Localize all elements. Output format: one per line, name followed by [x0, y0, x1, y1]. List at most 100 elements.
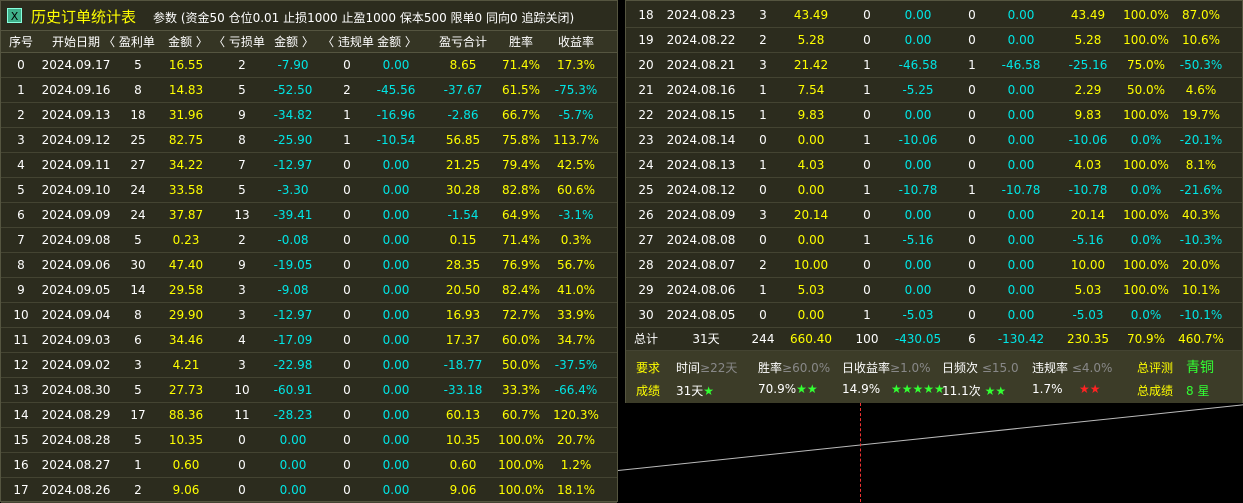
cell-win-amount: 20.14 [793, 208, 829, 222]
cell-return-rate: 87.0% [1181, 8, 1221, 22]
cell-win-amount: 0.00 [797, 308, 825, 322]
cell-total: -18.77 [443, 358, 483, 372]
cell-date: 2024.08.08 [666, 233, 736, 247]
cell-return-rate: -50.3% [1179, 58, 1223, 72]
cell-loss-count: 2 [238, 58, 246, 72]
cell-loss-amount: -60.91 [273, 383, 313, 397]
cell-win-amount: 33.58 [168, 183, 204, 197]
cell-return-rate: -75.3% [554, 83, 598, 97]
cell-win-rate: 0.0% [1130, 133, 1162, 147]
cell-win-rate: 72.7% [501, 308, 541, 322]
cell-seq: 2 [17, 108, 25, 122]
cell-win-count: 3 [134, 358, 142, 372]
cell-return-rate: -10.3% [1179, 233, 1223, 247]
cell-vio-amount: -130.42 [997, 332, 1045, 346]
cell-win-count: 1 [759, 108, 767, 122]
cell-loss-amount: -9.08 [277, 283, 309, 297]
table-row: 22 2024.08.15 1 9.83 0 0.00 0 0.00 9.83 100.0% 19.… [626, 103, 1242, 128]
cell-loss-count: 0 [863, 158, 871, 172]
table-row: 21 2024.08.16 1 7.54 1 -5.25 0 0.00 2.29 50.0% 4.6… [626, 78, 1242, 103]
cell-win-rate: 100.0% [1123, 108, 1169, 122]
cell-win-count: 5 [134, 383, 142, 397]
cell-seq: 8 [17, 258, 25, 272]
cell-return-rate: 120.3% [553, 408, 599, 422]
freq-res: 11.1次 [942, 384, 981, 398]
cell-vio-amount: 0.00 [382, 408, 410, 422]
cell-win-count: 24 [130, 183, 146, 197]
cell-vio-amount: 0.00 [382, 158, 410, 172]
table-row: 4 2024.09.11 27 34.22 7 -12.97 0 0.00 21.25 79.4%… [1, 153, 617, 178]
cell-seq: 13 [13, 383, 29, 397]
cell-total: 43.49 [1070, 8, 1106, 22]
table-row: 20 2024.08.21 3 21.42 1 -46.58 1 -46.58 -25.16 75… [626, 53, 1242, 78]
cell-total: -5.03 [1072, 308, 1104, 322]
cell-vio-count: 0 [968, 33, 976, 47]
cell-loss-count: 3 [238, 308, 246, 322]
cell-seq: 28 [638, 258, 654, 272]
table-row: 29 2024.08.06 1 5.03 0 0.00 0 0.00 5.03 100.0% 10.… [626, 278, 1242, 303]
daily-stars-icon: ★★★★★ [891, 382, 945, 396]
cell-vio-amount: 0.00 [1007, 308, 1035, 322]
cell-loss-count: 0 [238, 483, 246, 497]
header-vio-count: 〈 违规单 [322, 35, 374, 49]
cell-return-rate: -20.1% [1179, 133, 1223, 147]
cell-win-amount: 10.00 [793, 258, 829, 272]
table-row: 17 2024.08.26 2 9.06 0 0.00 0 0.00 9.06 100.0% 18.… [1, 478, 617, 503]
cell-win-rate: 100.0% [1123, 258, 1169, 272]
cell-seq: 16 [13, 458, 29, 472]
excel-icon[interactable]: X [7, 8, 22, 23]
cell-win-rate: 100.0% [498, 458, 544, 472]
cell-vio-count: 0 [968, 208, 976, 222]
cell-win-amount: 0.00 [797, 233, 825, 247]
cell-win-count: 18 [130, 108, 146, 122]
cell-loss-count: 1 [863, 58, 871, 72]
cell-total: -5.16 [1072, 233, 1104, 247]
cell-win-count: 25 [130, 133, 146, 147]
cell-vio-amount: 0.00 [382, 308, 410, 322]
cell-vio-count: 0 [968, 133, 976, 147]
cell-win-count: 0 [759, 308, 767, 322]
cell-date: 2024.08.05 [666, 308, 736, 322]
cell-seq: 24 [638, 158, 654, 172]
cell-date: 2024.09.13 [41, 108, 111, 122]
table-row: 10 2024.09.04 8 29.90 3 -12.97 0 0.00 16.93 72.7%… [1, 303, 617, 328]
cell-total: 0.60 [449, 458, 477, 472]
table-row: 28 2024.08.07 2 10.00 0 0.00 0 0.00 10.00 100.0% 2… [626, 253, 1242, 278]
cell-loss-count: 9 [238, 258, 246, 272]
cell-total: 5.28 [1074, 33, 1102, 47]
cell-return-rate: 33.9% [556, 308, 596, 322]
cell-total: -1.54 [447, 208, 479, 222]
cell-loss-amount: -7.90 [277, 58, 309, 72]
cell-vio-amount: 0.00 [1007, 233, 1035, 247]
cell-seq: 10 [13, 308, 29, 322]
cell-loss-count: 2 [238, 233, 246, 247]
cell-vio-count: 0 [343, 433, 351, 447]
cell-date: 2024.09.12 [41, 133, 111, 147]
win-res: 70.9% [758, 382, 797, 396]
cell-win-amount: 27.73 [168, 383, 204, 397]
cell-return-rate: 40.3% [1181, 208, 1221, 222]
cell-win-count: 8 [134, 308, 142, 322]
header-seq: 序号 [8, 35, 34, 49]
cell-vio-amount: 0.00 [1007, 33, 1035, 47]
cell-return-rate: -66.4% [554, 383, 598, 397]
cell-win-rate: 70.9% [1126, 332, 1166, 346]
cell-loss-count: 1 [863, 133, 871, 147]
cell-seq: 6 [17, 208, 25, 222]
cell-date: 2024.09.06 [41, 258, 111, 272]
cell-win-amount: 4.21 [172, 358, 200, 372]
table-row: 6 2024.09.09 24 37.87 13 -39.41 0 0.00 -1.54 64.9… [1, 203, 617, 228]
table-row: 11 2024.09.03 6 34.46 4 -17.09 0 0.00 17.37 60.0%… [1, 328, 617, 353]
cell-total: 9.83 [1074, 108, 1102, 122]
cell-loss-amount: -39.41 [273, 208, 313, 222]
cell-loss-amount: -17.09 [273, 333, 313, 347]
cell-seq: 3 [17, 133, 25, 147]
cell-win-count: 1 [759, 283, 767, 297]
cell-date: 2024.08.12 [666, 183, 736, 197]
cell-total: -2.86 [447, 108, 479, 122]
table-row: 2 2024.09.13 18 31.96 9 -34.82 1 -16.96 -2.86 66.… [1, 103, 617, 128]
cell-win-amount: 43.49 [793, 8, 829, 22]
cell-loss-count: 3 [238, 358, 246, 372]
total-row: 总计 31天 244 660.40 100 -430.05 6 -130.42 230.35 70… [626, 328, 1242, 351]
time-req: ≥22天 [700, 361, 738, 375]
